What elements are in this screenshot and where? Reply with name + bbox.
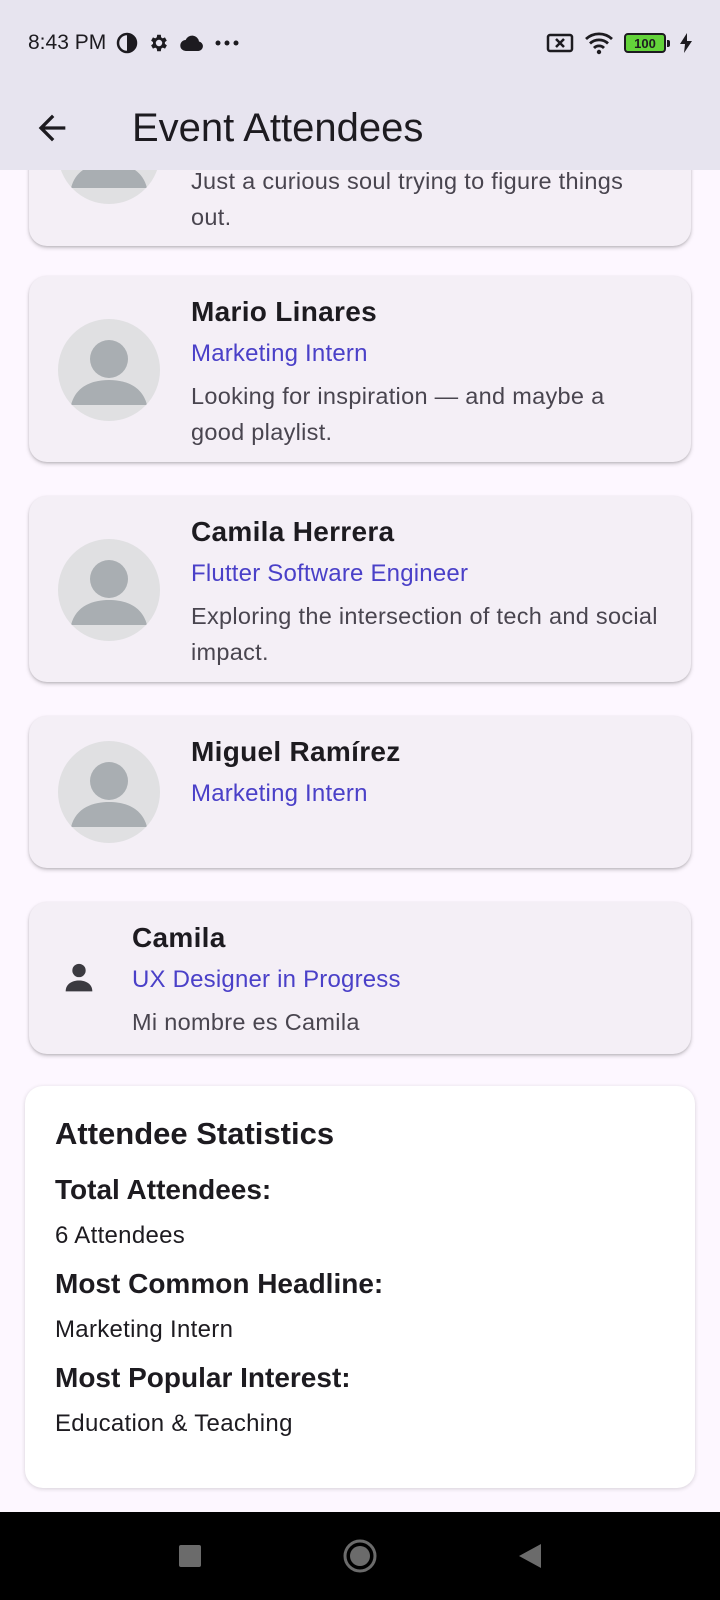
- stats-title: Attendee Statistics: [55, 1116, 335, 1151]
- attendee-card[interactable]: Miguel Ramírez Marketing Intern: [29, 716, 691, 868]
- system-nav-bar: [0, 1512, 720, 1600]
- avatar: [58, 741, 160, 843]
- home-circle-icon: [343, 1539, 377, 1573]
- back-triangle-icon: [519, 1544, 541, 1568]
- charging-bolt-icon: [680, 33, 692, 53]
- attendee-card[interactable]: Just a curious soul trying to figure thi…: [29, 170, 691, 246]
- attendee-statistics-card: Attendee Statistics Total Attendees: 6 A…: [25, 1086, 695, 1488]
- attendee-name: Camila Herrera: [191, 516, 395, 547]
- nav-back-button[interactable]: [505, 1531, 555, 1581]
- attendee-list[interactable]: Just a curious soul trying to figure thi…: [0, 170, 720, 1512]
- attendee-bio: Just a curious soul trying to figure thi…: [191, 170, 624, 230]
- gear-icon: [148, 32, 170, 54]
- home-button[interactable]: [335, 1531, 385, 1581]
- cloud-icon: [180, 34, 204, 52]
- recents-button[interactable]: [165, 1531, 215, 1581]
- recents-square-icon: [179, 1545, 201, 1567]
- common-headline-value: Marketing Intern: [55, 1316, 234, 1343]
- total-attendees-value: 6 Attendees: [55, 1222, 186, 1249]
- attendee-card[interactable]: Camila UX Designer in Progress Mi nombre…: [29, 902, 691, 1054]
- battery-icon: 100: [624, 33, 670, 53]
- avatar: [58, 170, 160, 204]
- status-left: 8:43 PM: [28, 31, 240, 55]
- status-right: 100: [546, 31, 692, 55]
- popular-interest-value: Education & Teaching: [55, 1410, 293, 1437]
- attendee-bio: Exploring the intersection of tech and s…: [191, 603, 658, 665]
- avatar: [58, 319, 160, 421]
- data-saver-icon: [116, 32, 138, 54]
- attendee-bio: Mi nombre es Camila: [132, 1009, 360, 1035]
- page-title: Event Attendees: [132, 105, 424, 150]
- app-bar: Event Attendees: [0, 86, 720, 170]
- attendee-card[interactable]: Mario Linares Marketing Intern Looking f…: [29, 276, 691, 462]
- common-headline-label: Most Common Headline:: [55, 1268, 384, 1299]
- attendee-card[interactable]: Camila Herrera Flutter Software Engineer…: [29, 496, 691, 682]
- attendee-bio: Looking for inspiration — and maybe a go…: [191, 383, 605, 445]
- attendee-headline: Flutter Software Engineer: [191, 560, 469, 587]
- wifi-icon: [584, 31, 614, 55]
- back-button[interactable]: [26, 102, 78, 154]
- status-bar: 8:43 PM 100: [0, 0, 720, 86]
- battery-level: 100: [634, 35, 656, 51]
- status-time: 8:43 PM: [28, 31, 107, 54]
- attendee-headline: Marketing Intern: [191, 780, 368, 807]
- attendee-name: Miguel Ramírez: [191, 736, 401, 767]
- attendee-headline: Marketing Intern: [191, 340, 368, 367]
- attendee-headline: UX Designer in Progress: [132, 966, 401, 993]
- popular-interest-label: Most Popular Interest:: [55, 1362, 351, 1393]
- total-attendees-label: Total Attendees:: [55, 1174, 272, 1205]
- more-dots-icon: [214, 39, 240, 47]
- no-sim-icon: [546, 32, 574, 54]
- avatar: [58, 539, 160, 641]
- arrow-back-icon: [38, 114, 66, 142]
- attendee-name: Mario Linares: [191, 296, 377, 327]
- person-icon: [59, 958, 99, 998]
- attendee-name: Camila: [132, 922, 226, 953]
